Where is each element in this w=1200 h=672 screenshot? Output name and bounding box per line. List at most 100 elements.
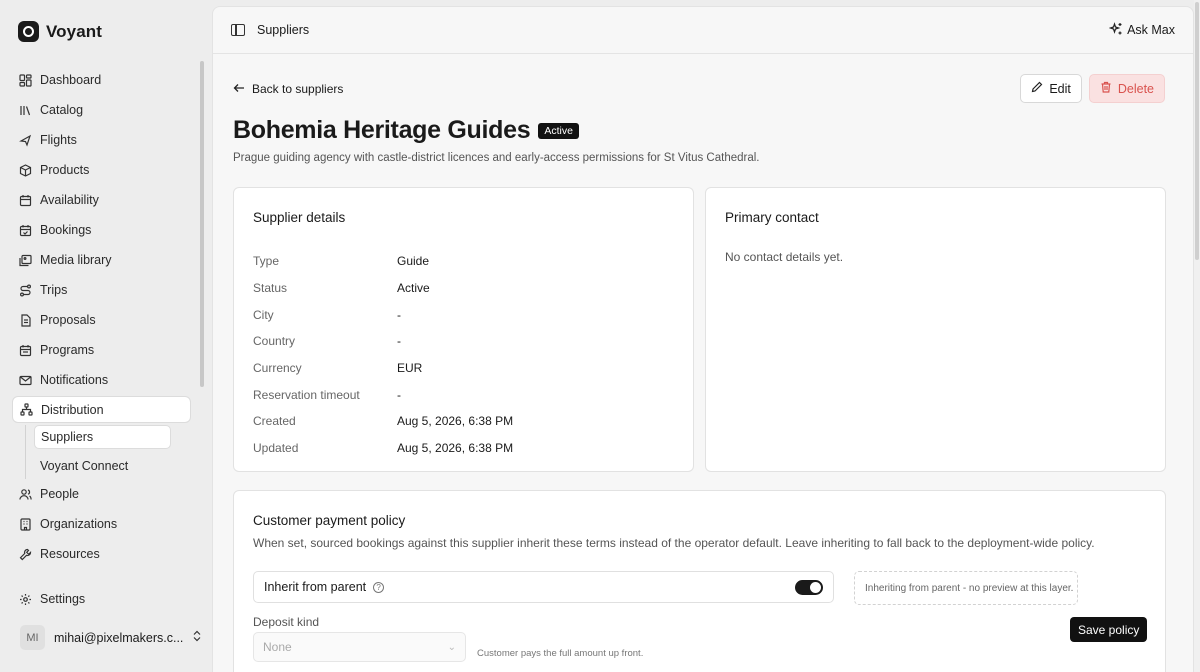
primary-contact-card: Primary contact No contact details yet. xyxy=(705,187,1166,472)
page-description: Prague guiding agency with castle-distri… xyxy=(233,152,760,164)
delete-label: Delete xyxy=(1117,81,1154,96)
inherit-toggle[interactable] xyxy=(795,579,823,595)
sidebar-item-products[interactable]: Products xyxy=(12,155,191,185)
sidebar-item-programs[interactable]: Programs xyxy=(12,335,191,365)
chevrons-up-down-icon xyxy=(192,630,202,645)
deposit-kind-select[interactable]: None ⌄ xyxy=(253,632,466,662)
ask-max-button[interactable]: Ask Max xyxy=(1108,21,1175,39)
payment-policy-description: When set, sourced bookings against this … xyxy=(253,536,1095,550)
sidebar-item-label: Distribution xyxy=(41,402,104,417)
sidebar-subitem-voyant-connect[interactable]: Voyant Connect xyxy=(34,452,191,479)
network-icon xyxy=(20,403,33,416)
title-row: Bohemia Heritage Guides Active xyxy=(233,116,579,145)
primary-contact-title: Primary contact xyxy=(725,210,819,225)
sidebar-item-trips[interactable]: Trips xyxy=(12,275,191,305)
sidebar-item-label: Notifications xyxy=(40,373,109,387)
detail-value: - xyxy=(397,387,401,402)
sidebar-item-distribution[interactable]: Distribution xyxy=(12,396,191,423)
sidebar-item-settings[interactable]: Settings xyxy=(12,584,191,614)
sidebar-item-notifications[interactable]: Notifications xyxy=(12,365,191,395)
detail-key: City xyxy=(253,307,274,322)
sidebar-scrollbar[interactable] xyxy=(200,61,204,387)
user-email: mihai@pixelmakers.c... xyxy=(54,630,184,645)
sidebar-item-label: Catalog xyxy=(40,103,84,117)
sidebar-item-label: Bookings xyxy=(40,223,92,237)
ask-max-label: Ask Max xyxy=(1127,23,1175,37)
deposit-hint: Customer pays the full amount up front. xyxy=(477,648,644,659)
detail-row: Created Aug 5, 2026, 6:38 PM xyxy=(253,408,513,435)
user-menu[interactable]: MI mihai@pixelmakers.c... xyxy=(20,625,202,650)
wrench-icon xyxy=(19,548,32,561)
sidebar-item-catalog[interactable]: Catalog xyxy=(12,95,191,125)
supplier-details-list: Type Guide Status Active City - Country - Cu… xyxy=(253,248,513,462)
calendar-icon xyxy=(19,194,32,207)
deposit-kind-label: Deposit kind xyxy=(253,615,320,629)
page-scrollbar[interactable] xyxy=(1194,0,1200,672)
detail-row: Reservation timeout - xyxy=(253,381,513,408)
sidebar: Voyant Dashboard Catalog Flights Product… xyxy=(0,0,212,672)
sidebar-item-resources[interactable]: Resources xyxy=(12,539,191,569)
detail-value: EUR xyxy=(397,361,423,376)
sidebar-item-label: Organizations xyxy=(40,517,118,531)
payment-policy-card: Customer payment policy When set, source… xyxy=(233,490,1166,672)
users-icon xyxy=(19,488,32,501)
back-link-label: Back to suppliers xyxy=(252,82,344,96)
sidebar-item-label: Flights xyxy=(40,133,77,147)
sidebar-item-media-library[interactable]: Media library xyxy=(12,245,191,275)
detail-value: - xyxy=(397,307,401,322)
detail-key: Updated xyxy=(253,441,299,456)
save-policy-button[interactable]: Save policy xyxy=(1070,617,1148,642)
detail-value: Active xyxy=(397,281,430,296)
back-link[interactable]: Back to suppliers xyxy=(233,82,343,96)
sparkles-icon xyxy=(1108,21,1123,39)
inherit-label: Inherit from parent xyxy=(264,580,367,594)
status-badge: Active xyxy=(538,122,579,139)
page-title: Bohemia Heritage Guides xyxy=(233,116,531,144)
brand[interactable]: Voyant xyxy=(18,21,102,42)
breadcrumb[interactable]: Suppliers xyxy=(257,23,309,37)
sidebar-subitem-suppliers[interactable]: Suppliers xyxy=(34,425,171,449)
distribution-submenu: Suppliers Voyant Connect xyxy=(25,425,191,479)
sidebar-nav: Dashboard Catalog Flights Products Avail… xyxy=(12,65,191,569)
voyant-logo-icon xyxy=(18,21,39,42)
sidebar-item-availability[interactable]: Availability xyxy=(12,185,191,215)
detail-key: Reservation timeout xyxy=(253,387,360,402)
sidebar-item-label: Products xyxy=(40,163,90,177)
route-icon xyxy=(19,284,32,297)
sidebar-item-bookings[interactable]: Bookings xyxy=(12,215,191,245)
topbar: Suppliers Ask Max xyxy=(213,7,1193,54)
edit-label: Edit xyxy=(1049,81,1071,96)
delete-button[interactable]: Delete xyxy=(1088,74,1165,103)
help-circle-icon[interactable]: ? xyxy=(373,581,385,593)
payment-policy-title: Customer payment policy xyxy=(253,513,406,528)
calendar-check-icon xyxy=(19,224,32,237)
calendar-range-icon xyxy=(19,344,32,357)
sidebar-item-proposals[interactable]: Proposals xyxy=(12,305,191,335)
detail-row: Type Guide xyxy=(253,248,513,275)
inherit-from-parent-row: Inherit from parent ? xyxy=(253,571,834,603)
sidebar-item-label: Programs xyxy=(40,343,95,357)
sidebar-item-people[interactable]: People xyxy=(12,479,191,509)
supplier-details-title: Supplier details xyxy=(253,210,346,225)
dashboard-icon xyxy=(19,73,32,87)
edit-button[interactable]: Edit xyxy=(1020,74,1082,103)
sidebar-toggle-icon[interactable] xyxy=(231,24,245,36)
no-contact-text: No contact details yet. xyxy=(725,250,844,264)
plane-icon xyxy=(19,134,32,147)
sidebar-item-dashboard[interactable]: Dashboard xyxy=(12,65,191,95)
trash-icon xyxy=(1100,81,1112,96)
detail-key: Created xyxy=(253,414,296,429)
file-text-icon xyxy=(19,313,32,327)
sidebar-settings: Settings xyxy=(12,584,191,614)
page-scrollbar-thumb[interactable] xyxy=(1195,2,1199,260)
package-icon xyxy=(19,163,32,177)
avatar: MI xyxy=(20,625,45,650)
arrow-left-icon xyxy=(233,82,245,96)
deposit-kind-value: None xyxy=(263,640,292,654)
sidebar-item-label: Resources xyxy=(40,547,100,561)
images-icon xyxy=(19,254,32,267)
sidebar-item-organizations[interactable]: Organizations xyxy=(12,509,191,539)
detail-key: Type xyxy=(253,254,280,269)
pencil-icon xyxy=(1031,81,1043,96)
sidebar-item-flights[interactable]: Flights xyxy=(12,125,191,155)
